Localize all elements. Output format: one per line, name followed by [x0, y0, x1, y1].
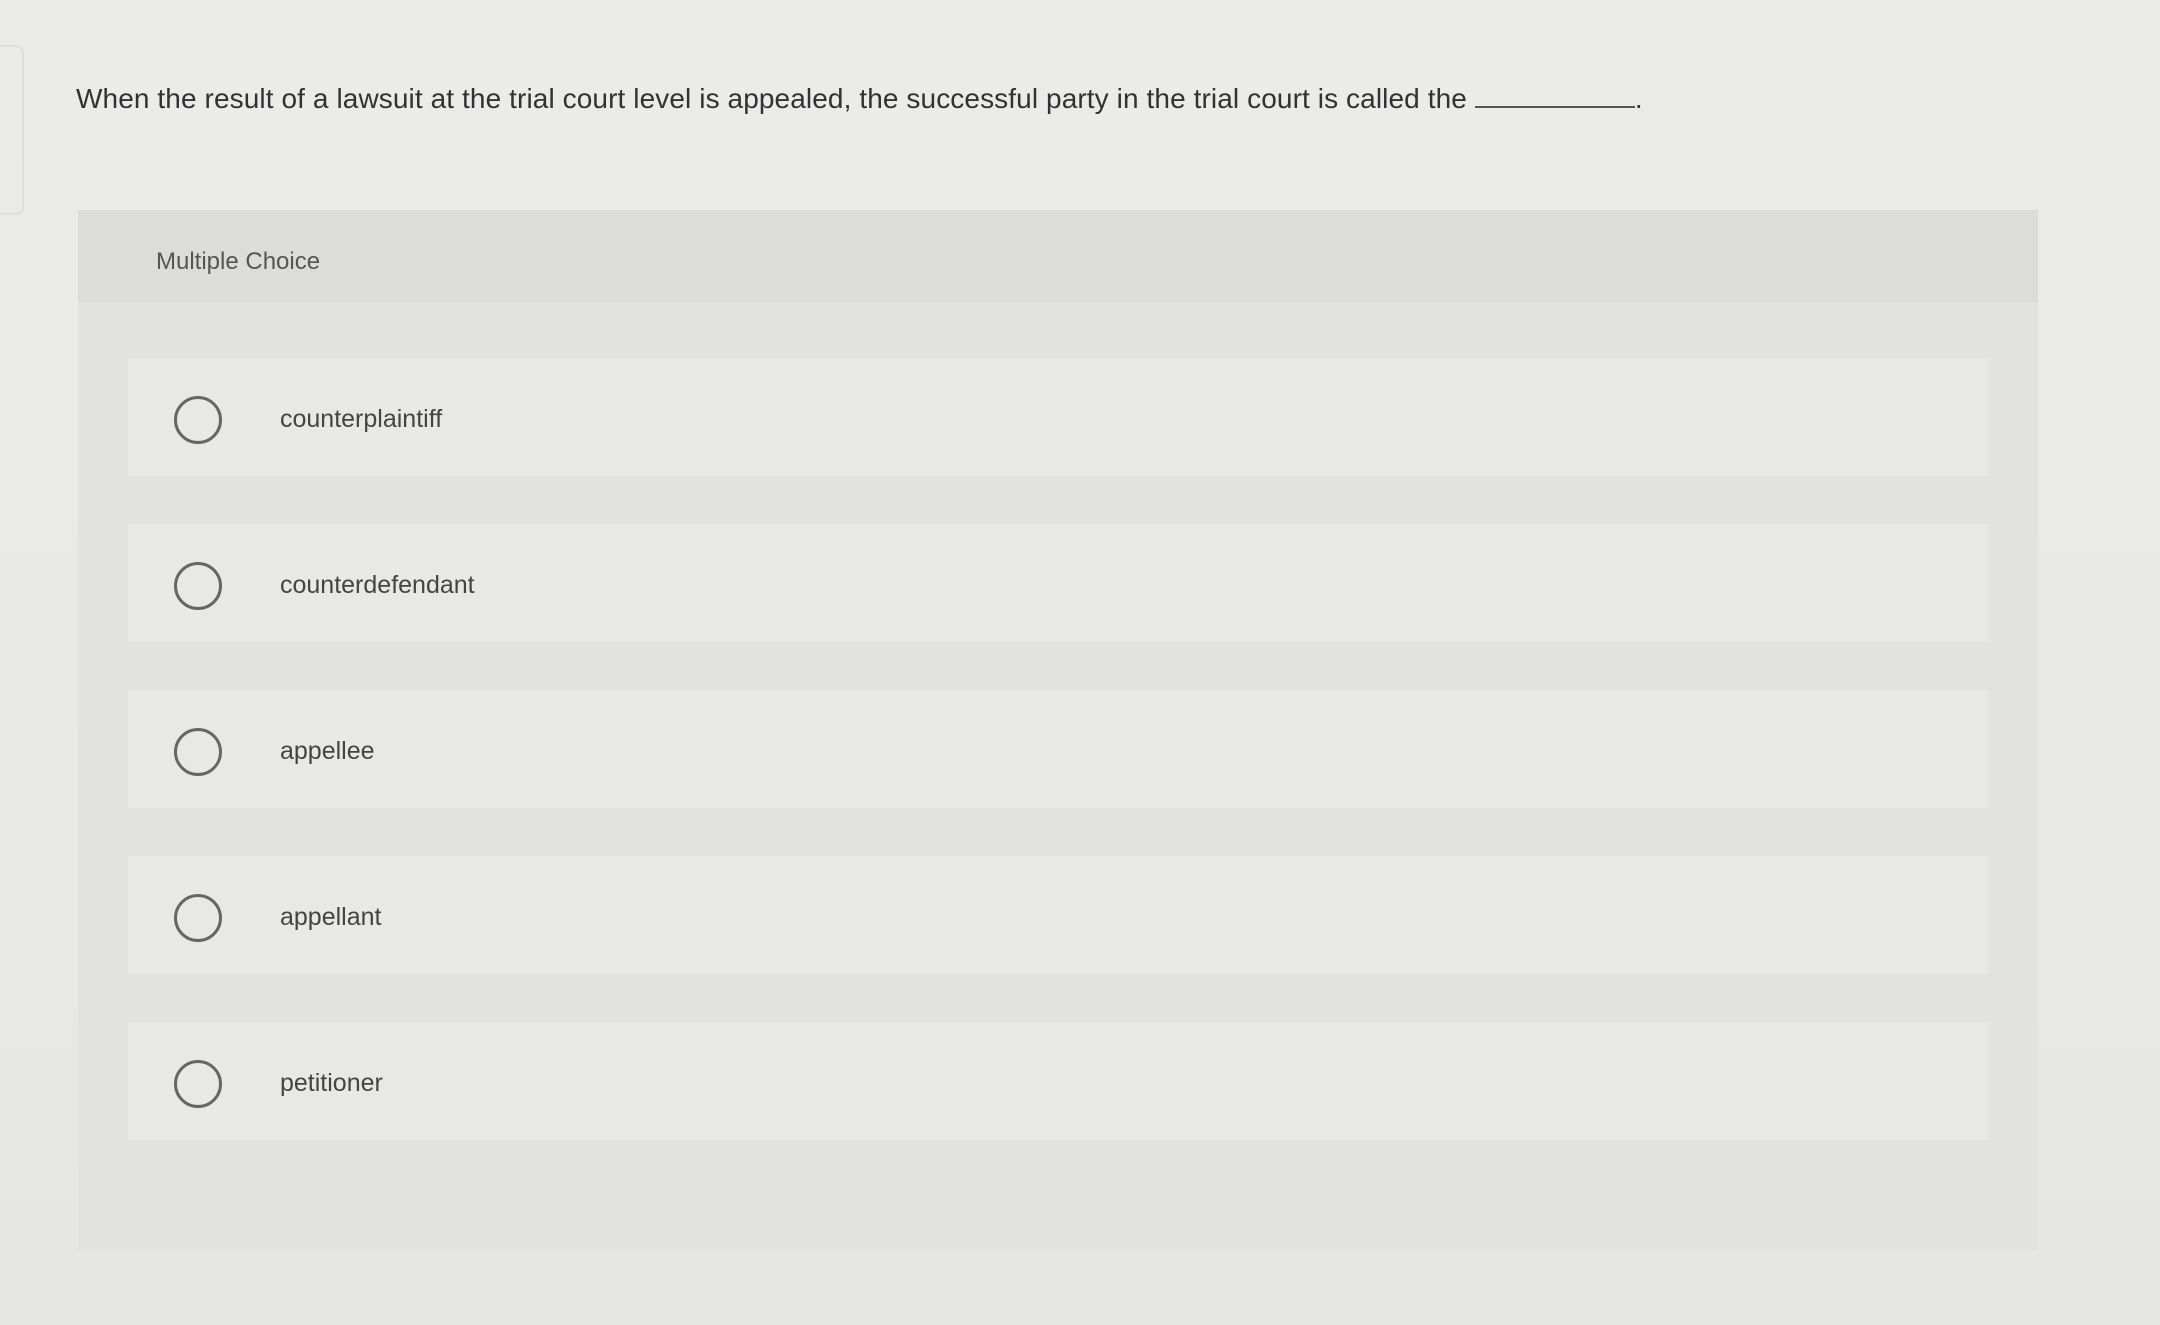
option-label: petitioner	[280, 1069, 383, 1097]
option-counterdefendant[interactable]: counterdefendant	[128, 524, 1988, 642]
page-edge-decoration	[0, 45, 24, 215]
option-counterplaintiff[interactable]: counterplaintiff	[128, 358, 1988, 476]
answer-blank	[1474, 82, 1635, 108]
multiple-choice-panel: Multiple Choice counterplaintiff counter…	[78, 210, 2038, 1250]
radio-button[interactable]	[174, 396, 222, 444]
question-text: When the result of a lawsuit at the tria…	[76, 83, 1467, 114]
question-period: .	[1634, 83, 1643, 114]
radio-button[interactable]	[174, 728, 222, 776]
option-label: appellant	[280, 903, 382, 931]
option-label: counterplaintiff	[280, 405, 443, 433]
question-text-container: When the result of a lawsuit at the tria…	[76, 82, 1643, 115]
multiple-choice-title: Multiple Choice	[156, 248, 321, 275]
radio-button[interactable]	[174, 562, 222, 610]
option-label: counterdefendant	[280, 571, 475, 599]
option-appellant[interactable]: appellant	[128, 856, 1988, 974]
option-label: appellee	[280, 737, 375, 765]
radio-button[interactable]	[174, 894, 222, 942]
multiple-choice-header: Multiple Choice	[78, 210, 2038, 302]
radio-button[interactable]	[174, 1060, 222, 1108]
option-appellee[interactable]: appellee	[128, 690, 1988, 808]
option-petitioner[interactable]: petitioner	[128, 1022, 1988, 1140]
